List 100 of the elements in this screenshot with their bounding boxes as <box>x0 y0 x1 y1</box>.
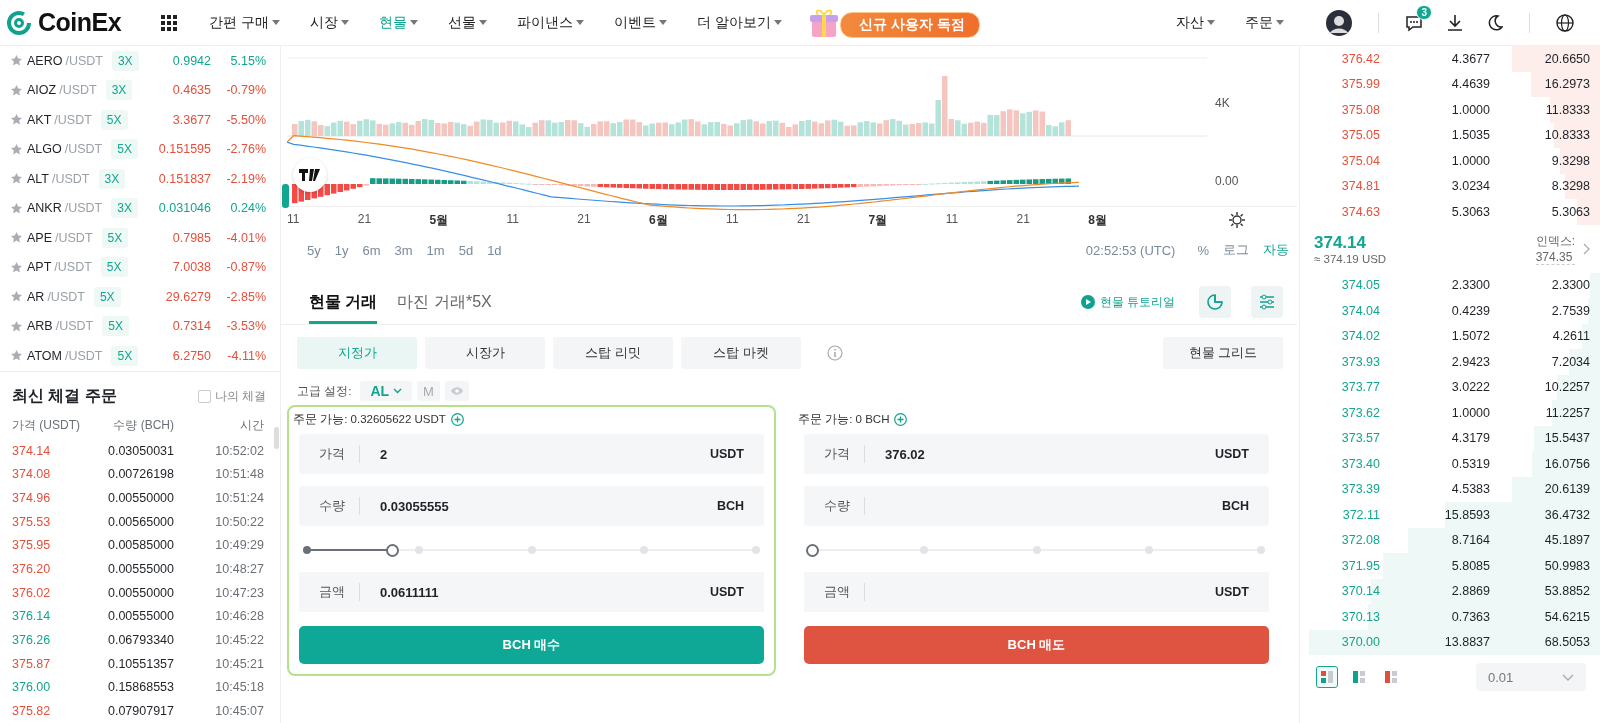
period-button[interactable]: 1y <box>334 242 349 258</box>
market-row[interactable]: ATOM /USDT 5X 6.2750 -4.11% <box>0 341 280 371</box>
play-icon <box>1080 295 1095 309</box>
nav-menu-item[interactable]: 선물 <box>448 13 487 32</box>
star-icon <box>11 261 22 273</box>
change-percent: -2.76% <box>225 142 266 157</box>
market-row[interactable]: ALGO /USDT 5X 0.151595 -2.76% <box>0 134 280 164</box>
trade-price: 376.26 <box>12 633 52 648</box>
period-button[interactable]: 3m <box>394 242 413 258</box>
plus-icon[interactable] <box>894 412 908 426</box>
chevron-right-icon[interactable] <box>1583 242 1590 255</box>
input-field[interactable]: 금액 USDT <box>804 572 1269 612</box>
checkbox[interactable] <box>197 389 211 403</box>
globe-icon[interactable] <box>1556 13 1574 32</box>
header-menu-item[interactable]: 주문 <box>1245 13 1284 32</box>
chart-toggle-button[interactable] <box>1199 286 1231 318</box>
market-row[interactable]: AR /USDT 5X 29.6279 -2.85% <box>0 282 280 312</box>
axis-label: 21 <box>1016 211 1030 228</box>
leverage-badge: 5X <box>102 316 129 337</box>
period-button[interactable]: 1d <box>487 242 502 258</box>
order-type-tab[interactable]: 시장가 <box>425 337 545 369</box>
precision-dropdown[interactable]: 0.01 <box>1476 663 1586 691</box>
settings-icon[interactable] <box>1229 212 1245 228</box>
order-price: 370.14 <box>1340 584 1380 599</box>
chevron-down-icon <box>393 388 403 394</box>
trade-price: 375.53 <box>12 514 52 529</box>
period-button[interactable]: 1m <box>426 242 445 258</box>
grid-menu-icon[interactable] <box>161 14 178 31</box>
trade-tab[interactable]: 마진 거래*5X <box>397 280 492 324</box>
moon-icon[interactable] <box>1487 14 1503 31</box>
trade-tab[interactable]: 현물 거래 <box>309 280 378 324</box>
pair-quote: /USDT <box>64 201 103 216</box>
order-type-tab[interactable]: 스탑 리밋 <box>553 337 673 369</box>
order-price: 371.95 <box>1340 558 1380 573</box>
checkbox-label: 나의 체결 <box>214 387 266 405</box>
order-amount: 1.0000 <box>1450 153 1490 168</box>
market-row[interactable]: AERO /USDT 3X 0.9942 5.15% <box>0 46 280 76</box>
caret-icon <box>479 20 487 25</box>
change-percent: 5.15% <box>229 53 266 68</box>
settings-button[interactable] <box>1251 286 1283 318</box>
nav-menu-item[interactable]: 더 알아보기 <box>697 13 782 32</box>
scale-option[interactable]: % <box>1197 242 1209 258</box>
header-menu-item[interactable]: 자산 <box>1176 13 1215 32</box>
trade-time: 10:45:21 <box>214 656 264 671</box>
period-button[interactable]: 6m <box>362 242 381 258</box>
market-row[interactable]: ARB /USDT 5X 0.7314 -3.53% <box>0 311 280 341</box>
order-total: 36.4732 <box>1544 507 1590 522</box>
field-unit: USDT <box>1214 585 1249 599</box>
trade-time: 10:51:48 <box>214 467 264 482</box>
grid-trading-button[interactable]: 현물 그리드 <box>1163 337 1283 369</box>
download-icon[interactable] <box>1447 13 1463 32</box>
input-field[interactable]: 수량 0.03055555 BCH <box>299 486 764 526</box>
order-amount: 3.0234 <box>1450 179 1490 194</box>
market-row[interactable]: ALT /USDT 3X 0.151837 -2.19% <box>0 164 280 194</box>
input-field[interactable]: 가격 376.02 USDT <box>804 434 1269 474</box>
input-field[interactable]: 가격 2 USDT <box>299 434 764 474</box>
nav-menu-item[interactable]: 파이낸스 <box>517 13 584 32</box>
order-price: 375.99 <box>1340 77 1380 92</box>
market-row[interactable]: ANKR /USDT 3X 0.031046 0.24% <box>0 193 280 223</box>
period-button[interactable]: 5y <box>307 242 321 258</box>
change-percent: -2.19% <box>225 171 266 186</box>
star-icon <box>11 320 22 332</box>
market-row[interactable]: APT /USDT 5X 7.0038 -0.87% <box>0 252 280 282</box>
price: 0.031046 <box>157 201 211 216</box>
axis-label: 11 <box>726 211 739 228</box>
trade-amount: 0.00555000 <box>106 562 174 577</box>
input-field[interactable]: 수량 BCH <box>804 486 1269 526</box>
period-button[interactable]: 5d <box>458 242 474 258</box>
market-row[interactable]: AKT /USDT 5X 3.3677 -5.50% <box>0 105 280 135</box>
axis-label: 11 <box>945 211 959 228</box>
order-price: 373.62 <box>1340 405 1380 420</box>
chat-icon[interactable] <box>1405 13 1423 32</box>
change-percent: -3.53% <box>225 319 266 334</box>
order-total: 54.6215 <box>1544 609 1590 624</box>
sell-button[interactable]: BCH 매도 <box>804 626 1269 664</box>
market-row[interactable]: APE /USDT 5X 0.7985 -4.01% <box>0 223 280 253</box>
nav-menu-item[interactable]: 이벤트 <box>614 13 667 32</box>
trade-price: 374.14 <box>12 443 52 458</box>
order-amount: 4.3179 <box>1450 431 1490 446</box>
leverage-badge: 5X <box>93 286 121 307</box>
order-total: 11.8333 <box>1545 102 1590 117</box>
leverage-badge: 3X <box>105 80 133 101</box>
pie-chart-icon <box>1207 294 1223 310</box>
panel-toggle-handle[interactable] <box>282 184 289 208</box>
scrollbar-thumb[interactable] <box>274 426 279 449</box>
input-field[interactable]: 금액 0.0611111 USDT <box>299 572 764 612</box>
axis-label: 0.00 <box>1215 174 1239 188</box>
nav-menu-item[interactable]: 간편 구매 <box>209 13 280 32</box>
pair-base: APE <box>27 230 52 245</box>
visibility-button[interactable] <box>444 381 469 401</box>
order-amount: 0.5319 <box>1450 456 1490 471</box>
market-row[interactable]: AIOZ /USDT 3X 0.4635 -0.79% <box>0 75 280 105</box>
pair-base: ALT <box>27 171 49 186</box>
notification-badge: 3 <box>1416 4 1432 20</box>
order-type-tab[interactable]: 스탑 마켓 <box>681 337 801 369</box>
scale-option[interactable]: 로그 <box>1223 241 1249 259</box>
nav-menu-item[interactable]: 시장 <box>310 13 349 32</box>
book-layout-button[interactable] <box>1316 666 1338 688</box>
trade-price: 374.96 <box>12 490 52 505</box>
plus-icon[interactable] <box>450 412 464 426</box>
